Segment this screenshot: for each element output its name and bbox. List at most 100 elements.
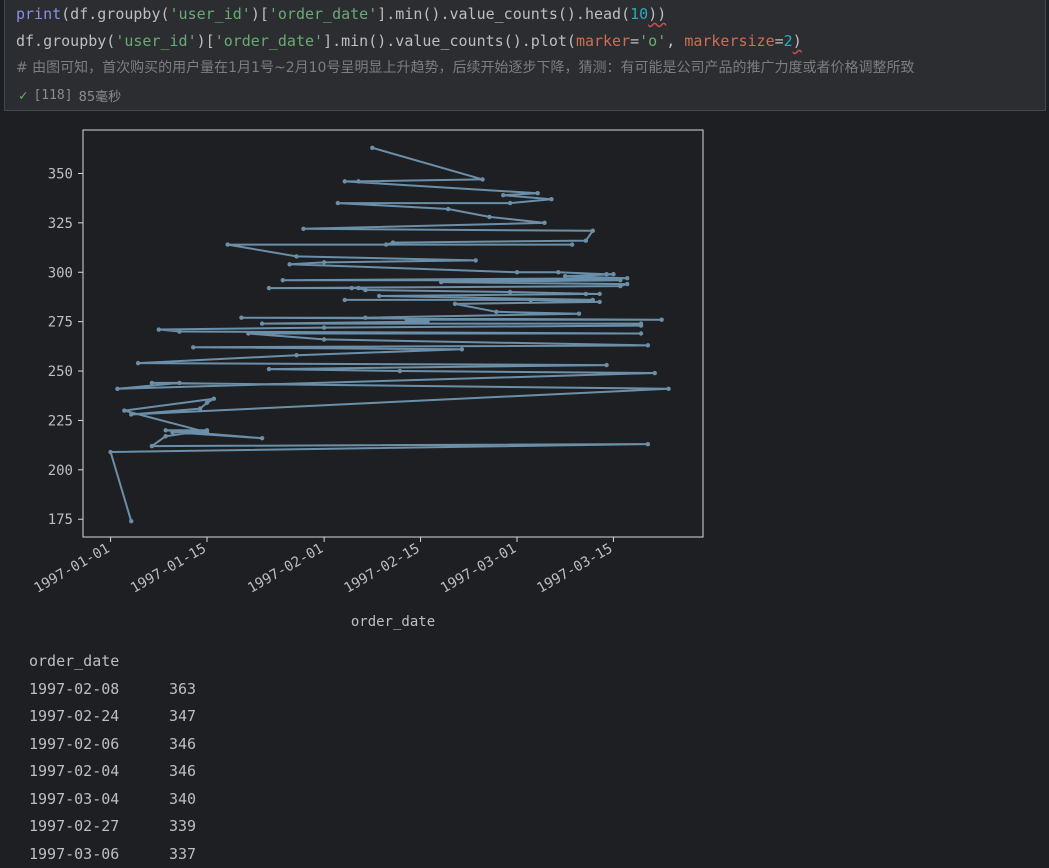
data-point [535, 191, 539, 195]
code-token: (df.groupby( [61, 5, 169, 23]
code-token: ].min().value_counts().plot( [323, 32, 576, 50]
data-point [391, 240, 395, 244]
data-point [501, 193, 505, 197]
data-point [322, 325, 326, 329]
output-date: 1997-02-06 [29, 731, 169, 759]
x-tick-label: 1997-01-01 [32, 541, 113, 597]
y-tick-label: 200 [48, 463, 73, 479]
data-point [163, 434, 167, 438]
code-cell[interactable]: print(df.groupby('user_id')['order_date'… [4, 0, 1046, 111]
code-token: = [775, 32, 784, 50]
y-tick-label: 175 [48, 512, 73, 528]
code-line-1[interactable]: print(df.groupby('user_id')['order_date'… [16, 4, 666, 24]
data-point [618, 278, 622, 282]
data-point [597, 300, 601, 304]
data-point [205, 400, 209, 404]
data-point [287, 262, 291, 266]
data-point [115, 387, 119, 391]
data-point [294, 254, 298, 258]
code-param: marker [576, 32, 630, 50]
data-point [618, 284, 622, 288]
data-point [108, 450, 112, 454]
data-point [425, 319, 429, 323]
output-count: 346 [169, 762, 196, 780]
data-point [356, 286, 360, 290]
data-point [129, 519, 133, 523]
x-tick-label: 1997-03-15 [534, 541, 615, 597]
output-row: 1997-03-06337 [29, 841, 196, 868]
data-point [157, 327, 161, 331]
code-line-2[interactable]: df.groupby('user_id')['order_date'].min(… [16, 31, 802, 51]
data-point [473, 258, 477, 262]
data-point [639, 331, 643, 335]
data-point [494, 310, 498, 314]
x-axis-label: order_date [351, 614, 435, 630]
code-comment[interactable]: # 由图可知，首次购买的用户量在1月1号~2月10号呈明显上升趋势，后续开始逐步… [16, 58, 914, 78]
data-point [349, 286, 353, 290]
data-point [301, 227, 305, 231]
data-point [150, 381, 154, 385]
data-point [122, 408, 126, 412]
data-point [370, 146, 374, 150]
data-point [591, 229, 595, 233]
y-tick-label: 275 [48, 315, 73, 331]
data-point [577, 312, 581, 316]
output-count: 347 [169, 707, 196, 725]
output-row: 1997-02-08363 [29, 676, 196, 704]
data-point [604, 272, 608, 276]
data-point [529, 298, 533, 302]
data-point [246, 331, 250, 335]
data-point [508, 290, 512, 294]
data-point [343, 179, 347, 183]
data-point [336, 201, 340, 205]
data-point [556, 270, 560, 274]
output-count: 339 [169, 817, 196, 835]
data-point [591, 298, 595, 302]
data-point [646, 343, 650, 347]
data-point [625, 282, 629, 286]
data-point [212, 396, 216, 400]
data-point [480, 177, 484, 181]
data-point [405, 317, 409, 321]
output-date: 1997-02-24 [29, 703, 169, 731]
data-point [666, 387, 670, 391]
code-string: 'o' [639, 32, 666, 50]
code-token: )[ [251, 5, 269, 23]
data-point [136, 361, 140, 365]
data-point [453, 302, 457, 306]
data-point [322, 337, 326, 341]
code-param: markersize [684, 32, 774, 50]
data-point [170, 430, 174, 434]
execution-time: 85毫秒 [79, 86, 122, 105]
data-point [384, 242, 388, 246]
check-icon: ✓ [19, 88, 27, 104]
code-number: 10 [630, 5, 648, 23]
x-tick-label: 1997-01-15 [128, 541, 209, 597]
code-number: 2 [784, 32, 793, 50]
data-point [646, 442, 650, 446]
output-row: 1997-02-24347 [29, 703, 196, 731]
code-token: df.groupby( [16, 32, 115, 50]
data-point [549, 197, 553, 201]
data-point [659, 317, 663, 321]
data-point [639, 323, 643, 327]
data-point [439, 280, 443, 284]
data-point [584, 292, 588, 296]
data-point [611, 272, 615, 276]
data-point [363, 315, 367, 319]
data-point [177, 329, 181, 333]
data-point [239, 315, 243, 319]
data-point [260, 436, 264, 440]
output-header: order_date [29, 648, 196, 676]
data-point [322, 260, 326, 264]
data-point [267, 286, 271, 290]
output-count: 363 [169, 680, 196, 698]
code-token: )) [648, 5, 666, 23]
code-token: , [666, 32, 684, 50]
code-token: ) [793, 32, 802, 50]
data-point [198, 406, 202, 410]
data-point [363, 288, 367, 292]
output-date: 1997-02-27 [29, 813, 169, 841]
data-point [377, 294, 381, 298]
data-point [129, 412, 133, 416]
